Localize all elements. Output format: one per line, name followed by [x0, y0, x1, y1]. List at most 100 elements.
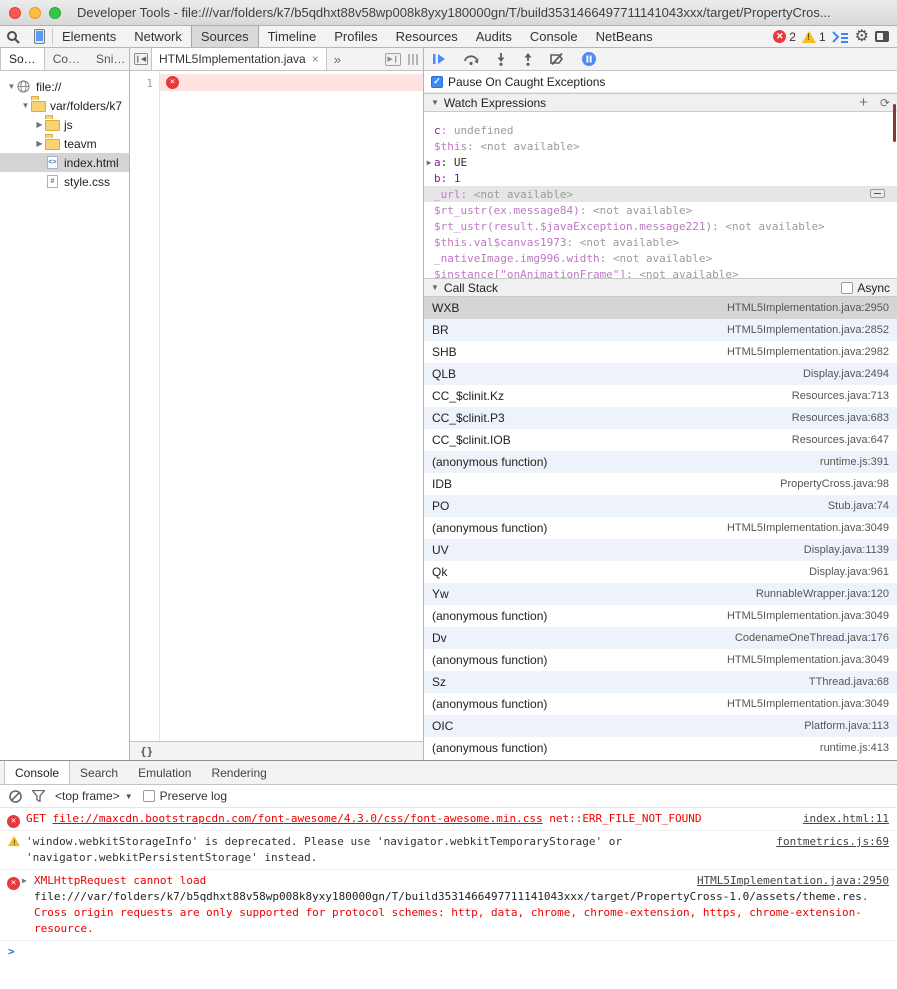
drawer-tab-console[interactable]: Console	[4, 761, 70, 784]
minimize-window-button[interactable]	[29, 7, 41, 19]
console-drawer-icon[interactable]	[832, 31, 849, 43]
expand-triangle-icon[interactable]: ▶	[424, 158, 434, 167]
delete-watch-icon[interactable]	[870, 189, 885, 198]
callstack-frame[interactable]: BRHTML5Implementation.java:2852	[424, 319, 897, 341]
watch-row[interactable]: b: 1	[424, 170, 897, 186]
callstack-frame[interactable]: (anonymous function)runtime.js:413	[424, 737, 897, 759]
file-tree-item[interactable]: #style.css	[0, 172, 129, 191]
file-tree-item[interactable]: ▼var/folders/k7	[0, 96, 129, 115]
callstack-frame[interactable]: QLBDisplay.java:2494	[424, 363, 897, 385]
filter-funnel-icon[interactable]	[32, 790, 45, 802]
preserve-log-checkbox[interactable]	[143, 790, 155, 802]
run-snippet-icon[interactable]: ▶❙	[385, 53, 401, 66]
editor-tab[interactable]: HTML5Implementation.java ×	[152, 48, 327, 70]
message-source-link[interactable]: HTML5Implementation.java:2950	[697, 873, 889, 889]
drawer-tab-rendering[interactable]: Rendering	[201, 761, 276, 784]
callstack-frame[interactable]: (anonymous function)HTML5Implementation.…	[424, 693, 897, 715]
message-source-link[interactable]: index.html:11	[803, 811, 889, 827]
step-out-icon[interactable]	[523, 53, 533, 66]
line-error-icon[interactable]: ✕	[166, 76, 179, 89]
callstack-frame[interactable]: UVDisplay.java:1139	[424, 539, 897, 561]
callstack-frame[interactable]: DvCodenameOneThread.java:176	[424, 627, 897, 649]
callstack-frame[interactable]: QkDisplay.java:961	[424, 561, 897, 583]
callstack-frame[interactable]: SHBHTML5Implementation.java:2982	[424, 341, 897, 363]
callstack-frame[interactable]: (anonymous function)HTML5Implementation.…	[424, 517, 897, 539]
expander-icon[interactable]: ▼	[6, 82, 17, 91]
callstack-frame[interactable]: CC_$clinit.P3Resources.java:683	[424, 407, 897, 429]
zoom-window-button[interactable]	[49, 7, 61, 19]
panel-tab-timeline[interactable]: Timeline	[259, 26, 326, 47]
panel-tab-audits[interactable]: Audits	[467, 26, 521, 47]
callstack-frame[interactable]: WXBHTML5Implementation.java:2950	[424, 297, 897, 319]
watch-row[interactable]: $rt_ustr(result.$javaException.message22…	[424, 218, 897, 234]
error-count[interactable]: 2	[789, 30, 796, 44]
device-mode-icon[interactable]	[26, 26, 52, 47]
watch-row[interactable]: $this.val$canvas1973: <not available>	[424, 234, 897, 250]
watch-row[interactable]: $this: <not available>	[424, 138, 897, 154]
file-tree-item[interactable]: ▶js	[0, 115, 129, 134]
file-tree-item[interactable]: <>index.html	[0, 153, 129, 172]
async-checkbox[interactable]	[841, 282, 853, 294]
pause-on-caught-checkbox[interactable]: ✓	[431, 76, 443, 88]
panel-tab-network[interactable]: Network	[125, 26, 191, 47]
console-prompt[interactable]: >	[0, 941, 897, 962]
expander-icon[interactable]: ▼	[20, 101, 31, 110]
add-watch-icon[interactable]: +	[859, 95, 868, 110]
step-over-icon[interactable]	[463, 53, 479, 65]
expand-triangle-icon[interactable]: ▶	[22, 873, 27, 889]
code-area[interactable]: 1 ✕	[130, 71, 423, 741]
watch-row[interactable]: $instance["onAnimationFrame"]: <not avai…	[424, 266, 897, 278]
callstack-frame[interactable]: (anonymous function)HTML5Implementation.…	[424, 605, 897, 627]
callstack-frame[interactable]: YwRunnableWrapper.java:120	[424, 583, 897, 605]
expander-icon[interactable]: ▶	[34, 139, 45, 148]
pause-on-exceptions-icon[interactable]	[582, 52, 596, 66]
drawer-tab-search[interactable]: Search	[70, 761, 128, 784]
callstack-frame[interactable]: SzTThread.java:68	[424, 671, 897, 693]
message-url-link[interactable]: file://maxcdn.bootstrapcdn.com/font-awes…	[53, 812, 543, 825]
resume-icon[interactable]	[433, 53, 446, 65]
step-into-icon[interactable]	[496, 53, 506, 66]
tab-close-icon[interactable]: ×	[312, 52, 319, 66]
navigator-toggle-icon[interactable]: ❙◀	[130, 48, 152, 70]
warning-count[interactable]: 1	[819, 30, 826, 44]
inspect-magnifier-icon[interactable]	[0, 26, 26, 47]
expander-icon[interactable]: ▶	[34, 120, 45, 129]
callstack-frame[interactable]: (anonymous function)HTML5Implementation.…	[424, 649, 897, 671]
pane-grip-icon[interactable]	[408, 54, 418, 65]
collapse-triangle-icon[interactable]: ▼	[431, 283, 439, 292]
callstack-frame[interactable]: CC_$clinit.IOBResources.java:647	[424, 429, 897, 451]
warning-badge-icon[interactable]	[802, 31, 816, 43]
callstack-frame[interactable]: IDBPropertyCross.java:98	[424, 473, 897, 495]
file-tree-item[interactable]: ▼file://	[0, 77, 129, 96]
dock-side-icon[interactable]	[875, 31, 889, 42]
pause-on-caught-row[interactable]: ✓ Pause On Caught Exceptions	[424, 71, 897, 93]
panel-tab-profiles[interactable]: Profiles	[325, 26, 386, 47]
watch-row[interactable]: _url: <not available>	[424, 186, 897, 202]
collapse-triangle-icon[interactable]: ▼	[431, 98, 439, 107]
callstack-frame[interactable]: (anonymous function)runtime.js:391	[424, 451, 897, 473]
panel-tab-console[interactable]: Console	[521, 26, 587, 47]
sidebar-tab[interactable]: Sni…	[88, 48, 133, 70]
close-window-button[interactable]	[9, 7, 21, 19]
panel-tab-netbeans[interactable]: NetBeans	[587, 26, 662, 47]
refresh-watch-icon[interactable]: ⟳	[880, 97, 890, 109]
callstack-frame[interactable]: POStub.java:74	[424, 495, 897, 517]
call-stack-header[interactable]: ▼ Call Stack Async	[424, 278, 897, 297]
watch-row[interactable]: c: undefined	[424, 122, 897, 138]
frame-selector[interactable]: <top frame> ▼	[55, 789, 133, 803]
watch-row[interactable]: _nativeImage.img996.width: <not availabl…	[424, 250, 897, 266]
message-source-link[interactable]: fontmetrics.js:69	[776, 834, 889, 850]
error-badge-icon[interactable]: ✕	[773, 30, 786, 43]
watch-expressions-header[interactable]: ▼ Watch Expressions + ⟳	[424, 93, 897, 112]
clear-console-icon[interactable]	[9, 790, 22, 803]
callstack-frame[interactable]: OICPlatform.java:113	[424, 715, 897, 737]
panel-tab-resources[interactable]: Resources	[387, 26, 467, 47]
pretty-print-icon[interactable]: {}	[140, 745, 153, 758]
panel-tab-elements[interactable]: Elements	[53, 26, 125, 47]
file-tree-item[interactable]: ▶teavm	[0, 134, 129, 153]
scrollbar-thumb[interactable]	[893, 104, 896, 142]
deactivate-breakpoints-icon[interactable]	[550, 53, 565, 65]
settings-gear-icon[interactable]: ⚙	[855, 29, 869, 45]
preserve-log-control[interactable]: Preserve log	[143, 789, 227, 803]
callstack-frame[interactable]: CC_$clinit.KzResources.java:713	[424, 385, 897, 407]
